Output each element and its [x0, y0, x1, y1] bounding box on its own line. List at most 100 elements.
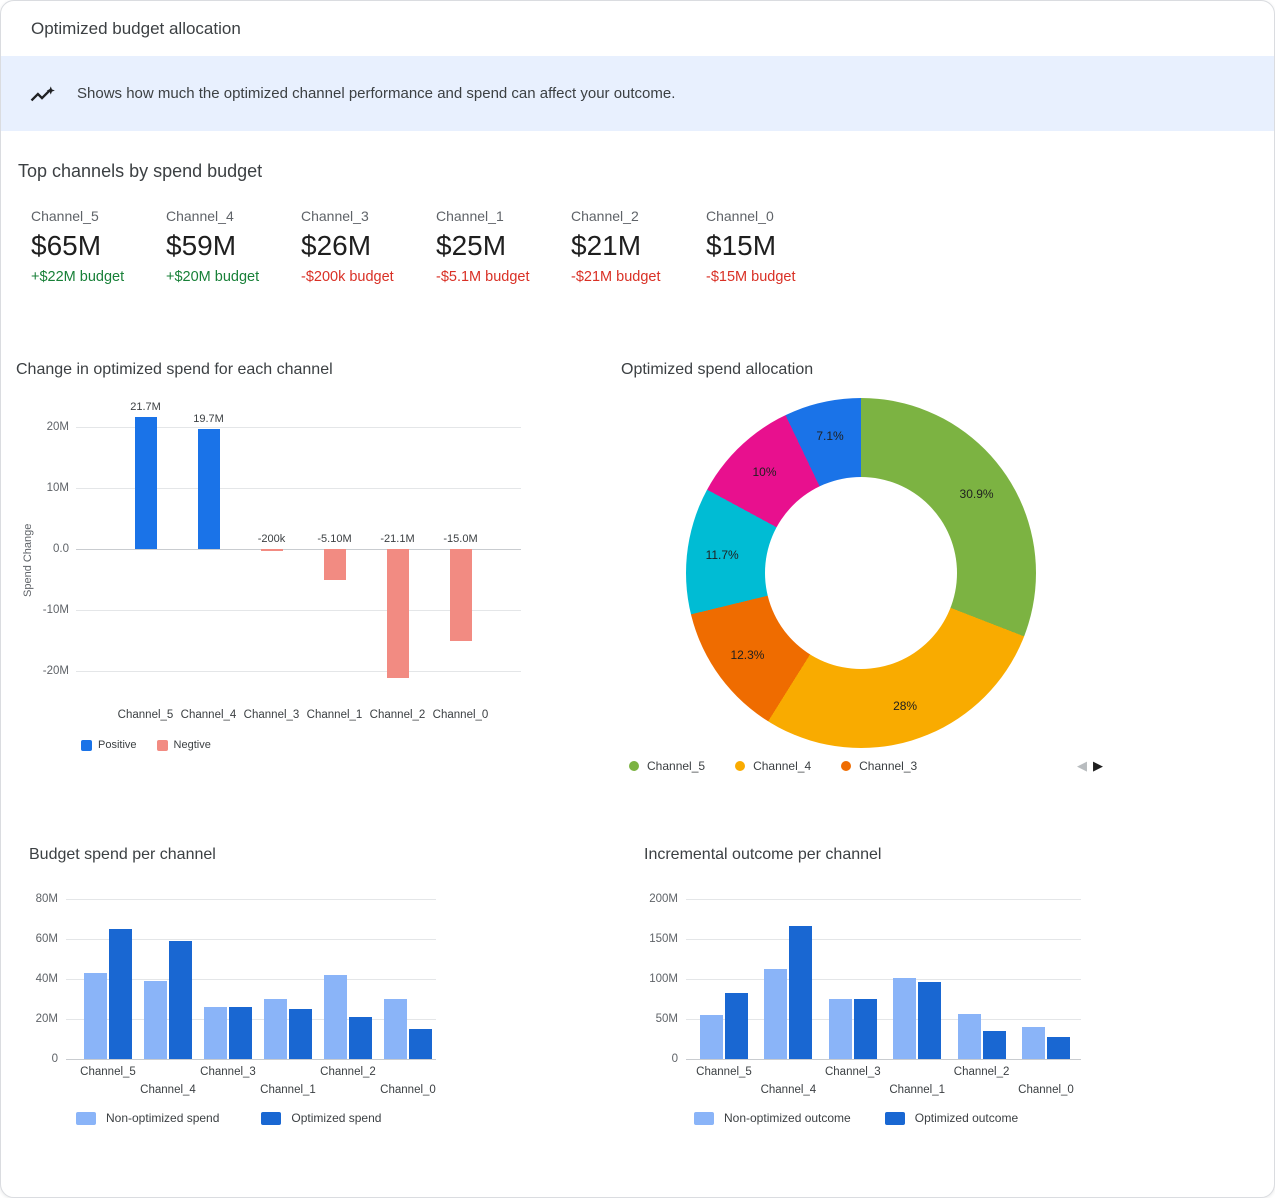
gridline: [66, 899, 436, 900]
legend-pager: ◀ ▶: [1077, 757, 1103, 775]
legend-next-arrow[interactable]: ▶: [1093, 757, 1103, 775]
bar: [261, 549, 283, 551]
bar: [1047, 1037, 1070, 1059]
bar-value-label: 21.7M: [130, 401, 161, 413]
spend-change-chart: Change in optimized spend for each chann…: [16, 359, 566, 769]
insights-icon: [27, 79, 57, 109]
x-category-label: Channel_0: [380, 1084, 436, 1096]
x-category-label: Channel_1: [260, 1084, 316, 1096]
gridline: [686, 1059, 1081, 1060]
bar: [983, 1031, 1006, 1059]
bar: [264, 999, 287, 1059]
slice-label: 28%: [893, 699, 917, 713]
legend-item: Channel_3: [841, 759, 917, 773]
legend-dot: [735, 761, 745, 771]
y-tick-label: 40M: [36, 972, 58, 986]
bar: [84, 973, 107, 1059]
channel-name: Channel_0: [706, 208, 841, 224]
bar: [764, 969, 787, 1059]
y-tick-label: 100M: [649, 972, 678, 986]
channel-name: Channel_2: [571, 208, 706, 224]
legend: Positive Negtive: [81, 739, 211, 751]
bar-value-label: -5.10M: [317, 533, 351, 545]
legend-swatch: [261, 1112, 281, 1125]
info-banner: Shows how much the optimized channel per…: [1, 56, 1274, 131]
bar: [349, 1017, 372, 1059]
x-category-label: Channel_4: [181, 709, 237, 721]
legend-prev-arrow[interactable]: ◀: [1077, 757, 1087, 775]
gridline: [686, 979, 1081, 980]
legend-swatch: [157, 740, 168, 751]
bar: [169, 941, 192, 1059]
bar-value-label: -200k: [258, 533, 286, 545]
bar: [144, 981, 167, 1059]
legend-label: Positive: [98, 739, 137, 751]
bar-value-label: -21.1M: [380, 533, 414, 545]
legend-label: Optimized spend: [291, 1111, 381, 1125]
donut-hole: [765, 477, 957, 669]
y-axis: 20M10M0.0-10M-20M: [28, 396, 69, 706]
channel-name: Channel_1: [436, 208, 571, 224]
x-category-label: Channel_1: [307, 709, 363, 721]
x-category-label: Channel_2: [320, 1066, 376, 1078]
legend-dot: [841, 761, 851, 771]
bar: [1022, 1027, 1045, 1059]
bar: [958, 1014, 981, 1059]
legend-dot: [629, 761, 639, 771]
top-channels-heading: Top channels by spend budget: [18, 161, 262, 182]
plot-area: 21.7M19.7M-200k-5.10M-21.1M-15.0M: [76, 396, 521, 706]
x-category-label: Channel_0: [1018, 1084, 1074, 1096]
slice-label: 10%: [753, 465, 777, 479]
x-category-label: Channel_0: [433, 709, 489, 721]
y-tick-label: 0: [52, 1052, 58, 1066]
x-axis-labels: Channel_5Channel_4Channel_3Channel_1Chan…: [686, 1066, 1081, 1106]
channel-budget-delta: -$200k budget: [301, 269, 436, 285]
bar: [204, 1007, 227, 1059]
legend-item: Non-optimized spend: [76, 1111, 219, 1125]
slice-label: 12.3%: [730, 648, 764, 662]
gridline: [686, 939, 1081, 940]
y-tick-label: 200M: [649, 892, 678, 906]
gridline: [76, 671, 521, 672]
legend-item: Negtive: [157, 739, 211, 751]
legend-item: Positive: [81, 739, 137, 751]
y-tick-label: 10M: [47, 481, 69, 495]
dashboard-card: Optimized budget allocation Shows how mu…: [0, 0, 1275, 1198]
y-axis: 020M40M60M80M: [16, 891, 58, 1071]
incremental-outcome-chart: Incremental outcome per channel 050M100M…: [631, 841, 1191, 1176]
legend-item: Optimized outcome: [885, 1111, 1018, 1125]
channel-budget-delta: +$20M budget: [166, 269, 301, 285]
channel-budget-delta: -$5.1M budget: [436, 269, 571, 285]
x-category-label: Channel_2: [954, 1066, 1010, 1078]
x-axis-labels: Channel_5Channel_4Channel_3Channel_1Chan…: [76, 709, 521, 725]
channel-value: $26M: [301, 230, 436, 262]
y-tick-label: 0: [672, 1052, 678, 1066]
channel-card: Channel_2$21M-$21M budget: [571, 208, 706, 285]
x-category-label: Channel_3: [825, 1066, 881, 1078]
legend-label: Non-optimized spend: [106, 1111, 219, 1125]
x-category-label: Channel_5: [80, 1066, 136, 1078]
chart-title: Incremental outcome per channel: [644, 846, 881, 864]
channel-card: Channel_5$65M+$22M budget: [31, 208, 166, 285]
channel-value: $25M: [436, 230, 571, 262]
gridline: [66, 1059, 436, 1060]
legend-label: Channel_5: [647, 759, 705, 773]
legend-item: Channel_5: [629, 759, 705, 773]
x-axis-labels: Channel_5Channel_4Channel_3Channel_1Chan…: [66, 1066, 436, 1106]
y-tick-label: 20M: [47, 420, 69, 434]
channel-card: Channel_3$26M-$200k budget: [301, 208, 436, 285]
channel-cards: Channel_5$65M+$22M budgetChannel_4$59M+$…: [31, 208, 841, 285]
chart-title: Change in optimized spend for each chann…: [16, 361, 333, 379]
channel-value: $21M: [571, 230, 706, 262]
channel-card: Channel_1 $25M -$5.1M budget: [436, 208, 571, 285]
bar: [789, 926, 812, 1059]
slice-label: 11.7%: [706, 548, 739, 562]
x-category-label: Channel_5: [118, 709, 174, 721]
donut-legend: Channel_5Channel_4Channel_3 ◀ ▶: [629, 756, 1181, 776]
bar: [384, 999, 407, 1059]
slice-label: 30.9%: [960, 487, 994, 501]
bar: [324, 549, 346, 580]
bar: [109, 929, 132, 1059]
spend-allocation-chart: Optimized spend allocation 30.9%28%12.3%…: [619, 359, 1181, 789]
bar-value-label: 19.7M: [193, 413, 224, 425]
